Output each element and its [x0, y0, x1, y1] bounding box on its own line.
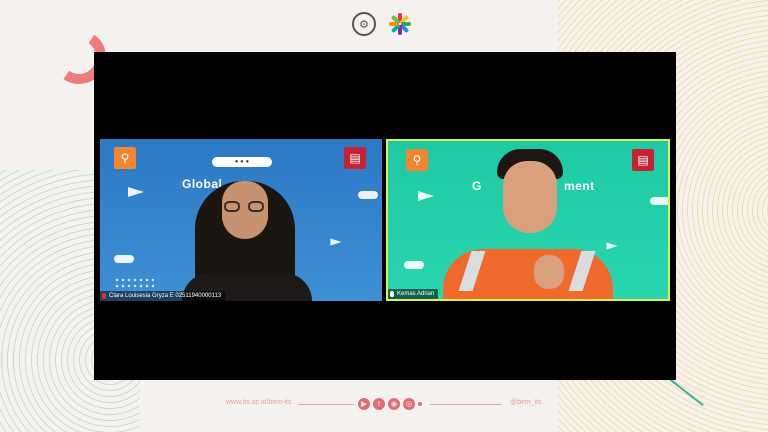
colorful-burst-logo [388, 12, 412, 36]
participant-video-hand [534, 255, 564, 289]
twitter-icon[interactable]: t [373, 398, 385, 410]
book-icon: ▤ [632, 149, 654, 171]
participant-name: Kemas Adrian [397, 291, 435, 297]
paper-plane-icon [418, 191, 434, 201]
header-logos: ⚙ [352, 12, 412, 36]
line-icon[interactable]: ◉ [388, 398, 400, 410]
glasses [224, 201, 266, 213]
participant-tile-1[interactable]: ⚲ ● ● ● ▤ Global Clara Louisesia Gryza E… [100, 139, 382, 301]
website-link[interactable]: www.its.ac.id/bem-its [226, 399, 291, 406]
person-icon: ⚲ [406, 149, 428, 171]
virtual-background-title-tail: ment [564, 179, 595, 193]
participant-tile-2[interactable]: ⚲ ▤ G ment Kemas Adrian [386, 139, 670, 301]
partner-logos-strip: ● ● ● [212, 157, 272, 167]
participant-video-face [503, 161, 557, 233]
book-icon: ▤ [344, 147, 366, 169]
dot-pattern [114, 277, 154, 291]
divider-line [298, 404, 354, 405]
cloud-icon [114, 255, 134, 263]
mic-icon [390, 291, 394, 297]
separator-dot [418, 402, 422, 406]
paper-plane-icon [606, 242, 618, 250]
person-icon: ⚲ [114, 147, 136, 169]
divider-line [430, 404, 502, 405]
its-seal-logo: ⚙ [352, 12, 376, 36]
footer-bar: www.its.ac.id/bem-its ▶ t ◉ ◎ @bem_its [0, 398, 768, 412]
cloud-icon [650, 197, 668, 205]
instagram-icon[interactable]: ◎ [403, 398, 415, 410]
cloud-icon [358, 191, 378, 199]
participant-name: Clara Louisesia Gryza E 02511940000113 [109, 293, 222, 299]
cloud-icon [404, 261, 424, 269]
youtube-icon[interactable]: ▶ [358, 398, 370, 410]
meeting-stage: ⚲ ● ● ● ▤ Global Clara Louisesia Gryza E… [94, 52, 676, 380]
muted-mic-icon [102, 293, 106, 299]
participant-nameplate: Clara Louisesia Gryza E 02511940000113 [100, 291, 226, 301]
social-icons: ▶ t ◉ ◎ [358, 398, 422, 410]
virtual-background-title: G [472, 179, 482, 193]
social-handle[interactable]: @bem_its [510, 399, 542, 406]
participant-nameplate: Kemas Adrian [388, 289, 439, 299]
paper-plane-icon [330, 238, 342, 246]
paper-plane-icon [128, 187, 144, 197]
participant-video-vest [443, 249, 613, 299]
